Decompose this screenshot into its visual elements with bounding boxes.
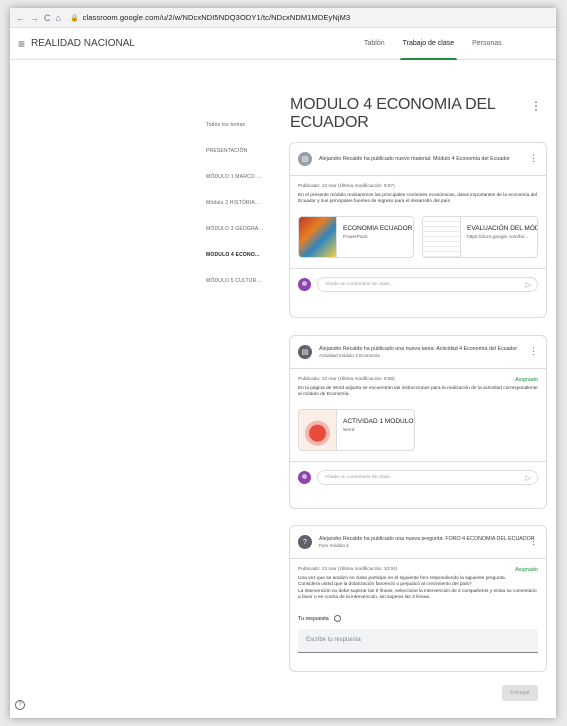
browser-window: ← → C ⌂ 🔒 classroom.google.com/u/2/w/NDc… [10, 8, 556, 718]
url-text[interactable]: classroom.google.com/u/2/w/NDcxNDI5NDQ3O… [83, 13, 351, 22]
attachment-powerpoint[interactable]: ECONOMIA ECUADOR.p... PowerPoint [298, 215, 414, 258]
assignment-card[interactable]: ▤ Alejandro Recalde ha publicado una nue… [289, 335, 547, 509]
help-icon[interactable]: ? [15, 700, 25, 710]
post-header: Alejandro Recalde ha publicado una nueva… [319, 346, 518, 352]
user-avatar [298, 277, 311, 291]
question-card[interactable]: ? Alejandro Recalde ha publicado una nue… [289, 525, 547, 701]
post-subtitle: Actividad módulo 4 Economía [319, 353, 380, 358]
tab-classwork[interactable]: Trabajo de clase [394, 28, 464, 60]
class-comment-input[interactable]: Añade un comentario de clase... ▷ [317, 276, 538, 292]
attachment-link: https://docs.google.com/for... [467, 234, 529, 240]
attachment-form[interactable]: EVALUACIÓN DEL MÓD... https://docs.googl… [422, 215, 538, 258]
attachments: ACTIVIDAD 1 MODULO 4... Word [290, 399, 546, 451]
question-icon: ? [298, 535, 312, 549]
topic-modulo-3[interactable]: MÓDULO 3 GEOGRA... [206, 222, 276, 248]
class-tabs: Tablón Trabajo de clase Personas [355, 28, 511, 60]
post-header: Alejandro Recalde ha publicado una nueva… [319, 536, 535, 542]
back-icon[interactable]: ← [16, 13, 25, 23]
assignment-icon: ▤ [298, 345, 312, 359]
info-icon[interactable] [334, 615, 342, 623]
material-card[interactable]: ▤ Alejandro Recalde ha publicado nuevo m… [289, 142, 547, 318]
tab-people[interactable]: Personas [463, 28, 511, 60]
topics-list: Todos los temas PRESENTACIÓN MÓDULO 1 MA… [206, 118, 276, 300]
submit-button[interactable]: Entregar [502, 685, 538, 701]
section-title: MODULO 4 ECONOMIA DEL ECUADOR [290, 96, 496, 131]
more-options-icon[interactable]: ⋮ [529, 153, 538, 164]
more-options-icon[interactable]: ⋮ [529, 346, 538, 357]
post-meta: Publicado: 13 mar (Última modificación: … [298, 377, 538, 383]
status-badge: Asignado [515, 377, 538, 383]
reload-icon[interactable]: C [44, 13, 51, 23]
post-header: Alejandro Recalde ha publicado nuevo mat… [319, 155, 510, 162]
user-avatar [298, 470, 311, 484]
app-header: ≡ REALIDAD NACIONAL Tablón Trabajo de cl… [10, 28, 556, 60]
attachment-type: PowerPoint [343, 234, 368, 240]
post-description: En la página de Word adjunta se encuentr… [298, 386, 538, 398]
forward-icon[interactable]: → [30, 13, 39, 23]
topic-modulo-2[interactable]: Módulo 2 HISTÓRIA... [206, 196, 276, 222]
attachment-title: ACTIVIDAD 1 MODULO 4... [343, 417, 414, 425]
topic-modulo-1[interactable]: MÓDULO 1 MARCO ... [206, 170, 276, 196]
more-options-icon[interactable]: ⋮ [529, 536, 538, 547]
comment-row: Añade un comentario de clase... ▷ [290, 269, 546, 300]
menu-icon[interactable]: ≡ [18, 37, 25, 51]
topic-presentacion[interactable]: PRESENTACIÓN [206, 144, 276, 170]
post-meta: Publicado: 13 mar (Última modificación: … [298, 567, 538, 573]
post-subtitle: Foro módulo 4 [319, 543, 349, 548]
comment-row: Añade un comentario de clase... ▷ [290, 462, 546, 493]
tab-stream[interactable]: Tablón [355, 28, 394, 60]
topic-modulo-5[interactable]: MÓDULO 5 CULTUR... [206, 274, 276, 300]
status-badge: Asignado [515, 567, 538, 573]
attachment-title: ECONOMIA ECUADOR.p... [343, 224, 413, 232]
attachment-word[interactable]: ACTIVIDAD 1 MODULO 4... Word [298, 408, 415, 451]
attachments: ECONOMIA ECUADOR.p... PowerPoint EVALUAC… [290, 206, 546, 258]
section-more-icon[interactable]: ⋮ [530, 99, 542, 113]
lock-icon: 🔒 [69, 14, 79, 22]
topic-all[interactable]: Todos los temas [206, 118, 276, 144]
form-thumbnail [423, 216, 461, 257]
send-icon[interactable]: ▷ [526, 279, 531, 292]
attachment-type: Word [343, 427, 355, 433]
browser-address-bar: ← → C ⌂ 🔒 classroom.google.com/u/2/w/NDc… [10, 8, 556, 28]
home-icon[interactable]: ⌂ [56, 13, 61, 23]
send-icon[interactable]: ▷ [526, 472, 531, 485]
post-description: Una vez que se analizó en clase particip… [298, 576, 537, 600]
card-header[interactable]: ? Alejandro Recalde ha publicado una nue… [290, 526, 546, 559]
answer-input[interactable]: Escribe tu respuesta [298, 629, 538, 654]
answer-label: Tu respuesta [290, 601, 546, 623]
class-comment-input[interactable]: Añade un comentario de clase... ▷ [317, 469, 538, 485]
material-icon: ▤ [298, 152, 312, 166]
word-thumbnail [299, 409, 337, 450]
powerpoint-thumbnail [299, 216, 337, 257]
attachment-title: EVALUACIÓN DEL MÓD... [467, 224, 537, 232]
post-meta: Publicado: 13 mar (Última modificación: … [298, 184, 395, 189]
topic-modulo-4[interactable]: MODULO 4 ECONO... [206, 248, 276, 274]
card-header[interactable]: ▤ Alejandro Recalde ha publicado nuevo m… [290, 143, 546, 176]
post-description: En el presente módulo revisaremos las pr… [298, 193, 538, 205]
class-name[interactable]: REALIDAD NACIONAL [31, 38, 135, 49]
card-header[interactable]: ▤ Alejandro Recalde ha publicado una nue… [290, 336, 546, 369]
